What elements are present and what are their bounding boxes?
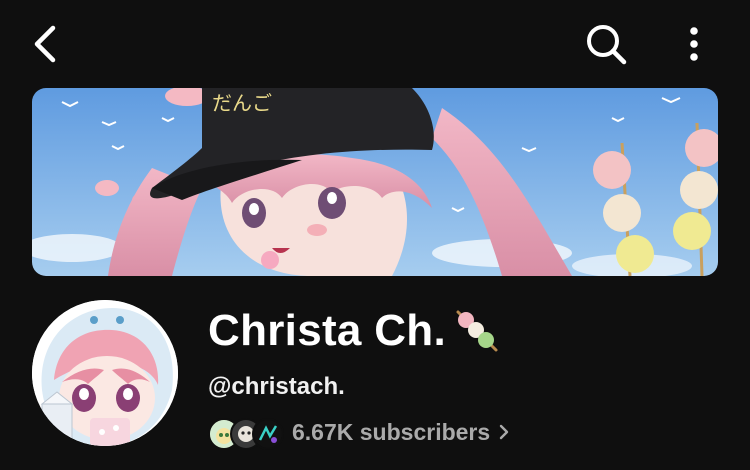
- chevron-left-icon: [34, 25, 56, 63]
- channel-title: Christa Ch.: [208, 305, 502, 357]
- banner-artwork: だんご: [32, 88, 718, 276]
- search-icon: [587, 25, 627, 65]
- subscriber-count: 6.67K subscribers: [292, 419, 491, 445]
- more-options-button[interactable]: [676, 20, 712, 68]
- channel-name: Christa Ch.: [208, 306, 446, 355]
- top-app-bar: [0, 0, 750, 88]
- channel-page: だんご Christa Ch. @christach. 6.67K subscr…: [0, 0, 750, 470]
- more-vertical-icon: [690, 27, 698, 61]
- channel-avatar[interactable]: [32, 300, 178, 446]
- dango-emoji-icon: [452, 306, 502, 356]
- subscriber-avatars: [208, 416, 286, 450]
- cap-text: だんご: [212, 91, 272, 115]
- subscriber-avatar: [252, 418, 284, 450]
- channel-banner[interactable]: だんご: [32, 88, 718, 276]
- back-button[interactable]: [24, 22, 68, 66]
- channel-handle: @christach.: [208, 373, 345, 400]
- chevron-right-icon: [498, 422, 510, 442]
- subscribers-row[interactable]: 6.67K subscribers: [208, 414, 510, 450]
- search-button[interactable]: [582, 20, 630, 68]
- avatar-artwork: [32, 300, 178, 446]
